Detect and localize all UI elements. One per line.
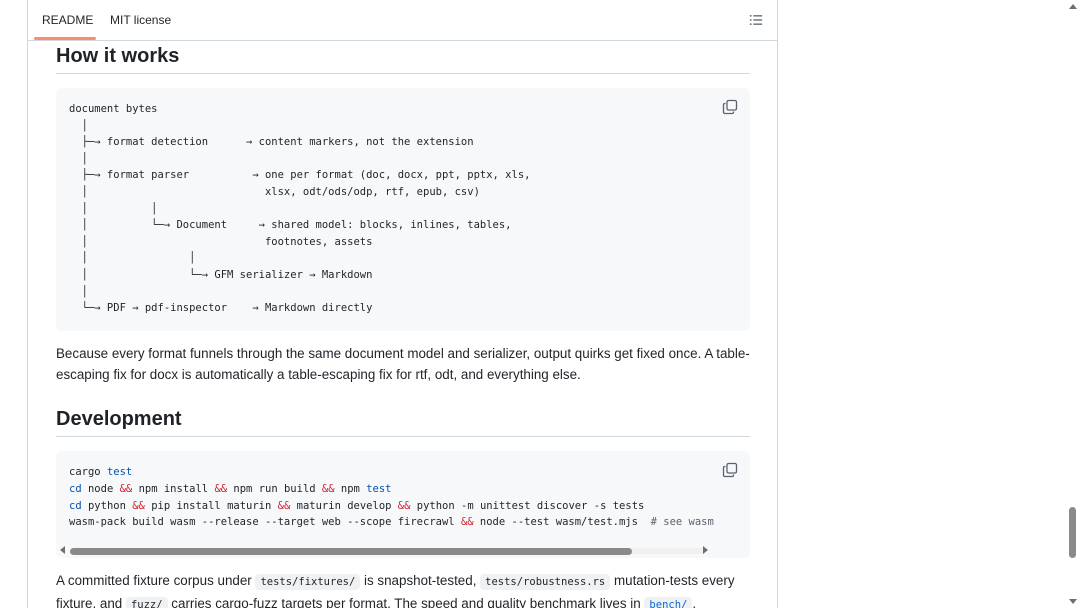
copy-icon[interactable] <box>722 99 738 115</box>
inline-code-link[interactable]: bench/ <box>644 597 693 608</box>
paragraph-text: A committed fixture corpus under <box>56 573 256 588</box>
inline-code: fuzz/ <box>125 597 168 608</box>
development-paragraph: A committed fixture corpus under tests/f… <box>56 570 750 608</box>
list-icon[interactable] <box>749 13 763 27</box>
dev-commands: cargo test cd node && npm install && npm… <box>69 464 714 531</box>
code-operator: && <box>321 482 335 495</box>
dev-code-block: cargo test cd node && npm install && npm… <box>56 451 750 558</box>
code-token: python -m unittest discover -s tests <box>410 499 645 512</box>
scroll-up-arrow-icon[interactable] <box>1069 4 1077 9</box>
code-operator: && <box>132 499 145 512</box>
code-operator: && <box>277 499 291 512</box>
code-token: npm <box>334 482 367 495</box>
code-token: cargo <box>69 466 107 478</box>
paragraph-text: carries cargo-fuzz targets per format. T… <box>167 596 645 608</box>
paragraph-text: is snapshot-tested, <box>360 573 481 588</box>
page-vertical-scrollbar[interactable] <box>1066 0 1080 608</box>
tab-readme[interactable]: README <box>42 0 94 40</box>
code-operator: && <box>460 516 474 529</box>
copy-icon[interactable] <box>722 462 738 478</box>
code-comment: # see wasm <box>650 516 714 529</box>
code-token: pip install maturin <box>144 499 278 512</box>
code-operator: && <box>119 482 133 495</box>
diagram-text: document bytes │ ├─→ format detection → … <box>69 103 531 315</box>
heading-development: Development <box>56 403 750 437</box>
scroll-down-arrow-icon[interactable] <box>1069 599 1077 604</box>
readme-tabbar: README MIT license <box>28 0 777 41</box>
page: README MIT license How it works document… <box>0 0 1080 608</box>
code-token: npm run build <box>227 482 322 495</box>
code-token: maturin develop <box>290 499 398 512</box>
scroll-left-arrow-icon[interactable] <box>60 546 65 554</box>
inline-code: tests/robustness.rs <box>480 574 611 590</box>
inline-code: tests/fixtures/ <box>255 574 361 590</box>
bench-link[interactable]: bench/ <box>644 596 693 608</box>
code-token: python <box>81 499 133 512</box>
code-keyword: cd <box>69 499 82 512</box>
code-keyword: test <box>366 482 392 495</box>
code-keyword: test <box>106 466 133 478</box>
paragraph-text: . <box>692 596 697 608</box>
diagram-code-block: document bytes │ ├─→ format detection → … <box>56 88 750 331</box>
code-operator: && <box>397 499 411 512</box>
tab-mit-license[interactable]: MIT license <box>110 0 171 40</box>
code-token: node <box>81 482 120 495</box>
code-operator: && <box>214 482 228 495</box>
heading-how-it-works: How it works <box>56 40 750 74</box>
readme-panel: README MIT license How it works document… <box>27 0 778 608</box>
code-token: wasm-pack build wasm --release --target … <box>69 516 461 529</box>
code-keyword: cd <box>69 482 82 495</box>
scrollbar-thumb[interactable] <box>70 548 632 555</box>
scrollbar-thumb[interactable] <box>1069 507 1076 558</box>
scroll-right-arrow-icon[interactable] <box>703 546 708 554</box>
code-horizontal-scrollbar[interactable] <box>56 542 750 558</box>
how-it-works-paragraph: Because every format funnels through the… <box>56 346 750 382</box>
code-token: npm install <box>132 482 215 495</box>
code-token: node --test wasm/test.mjs <box>473 516 651 529</box>
